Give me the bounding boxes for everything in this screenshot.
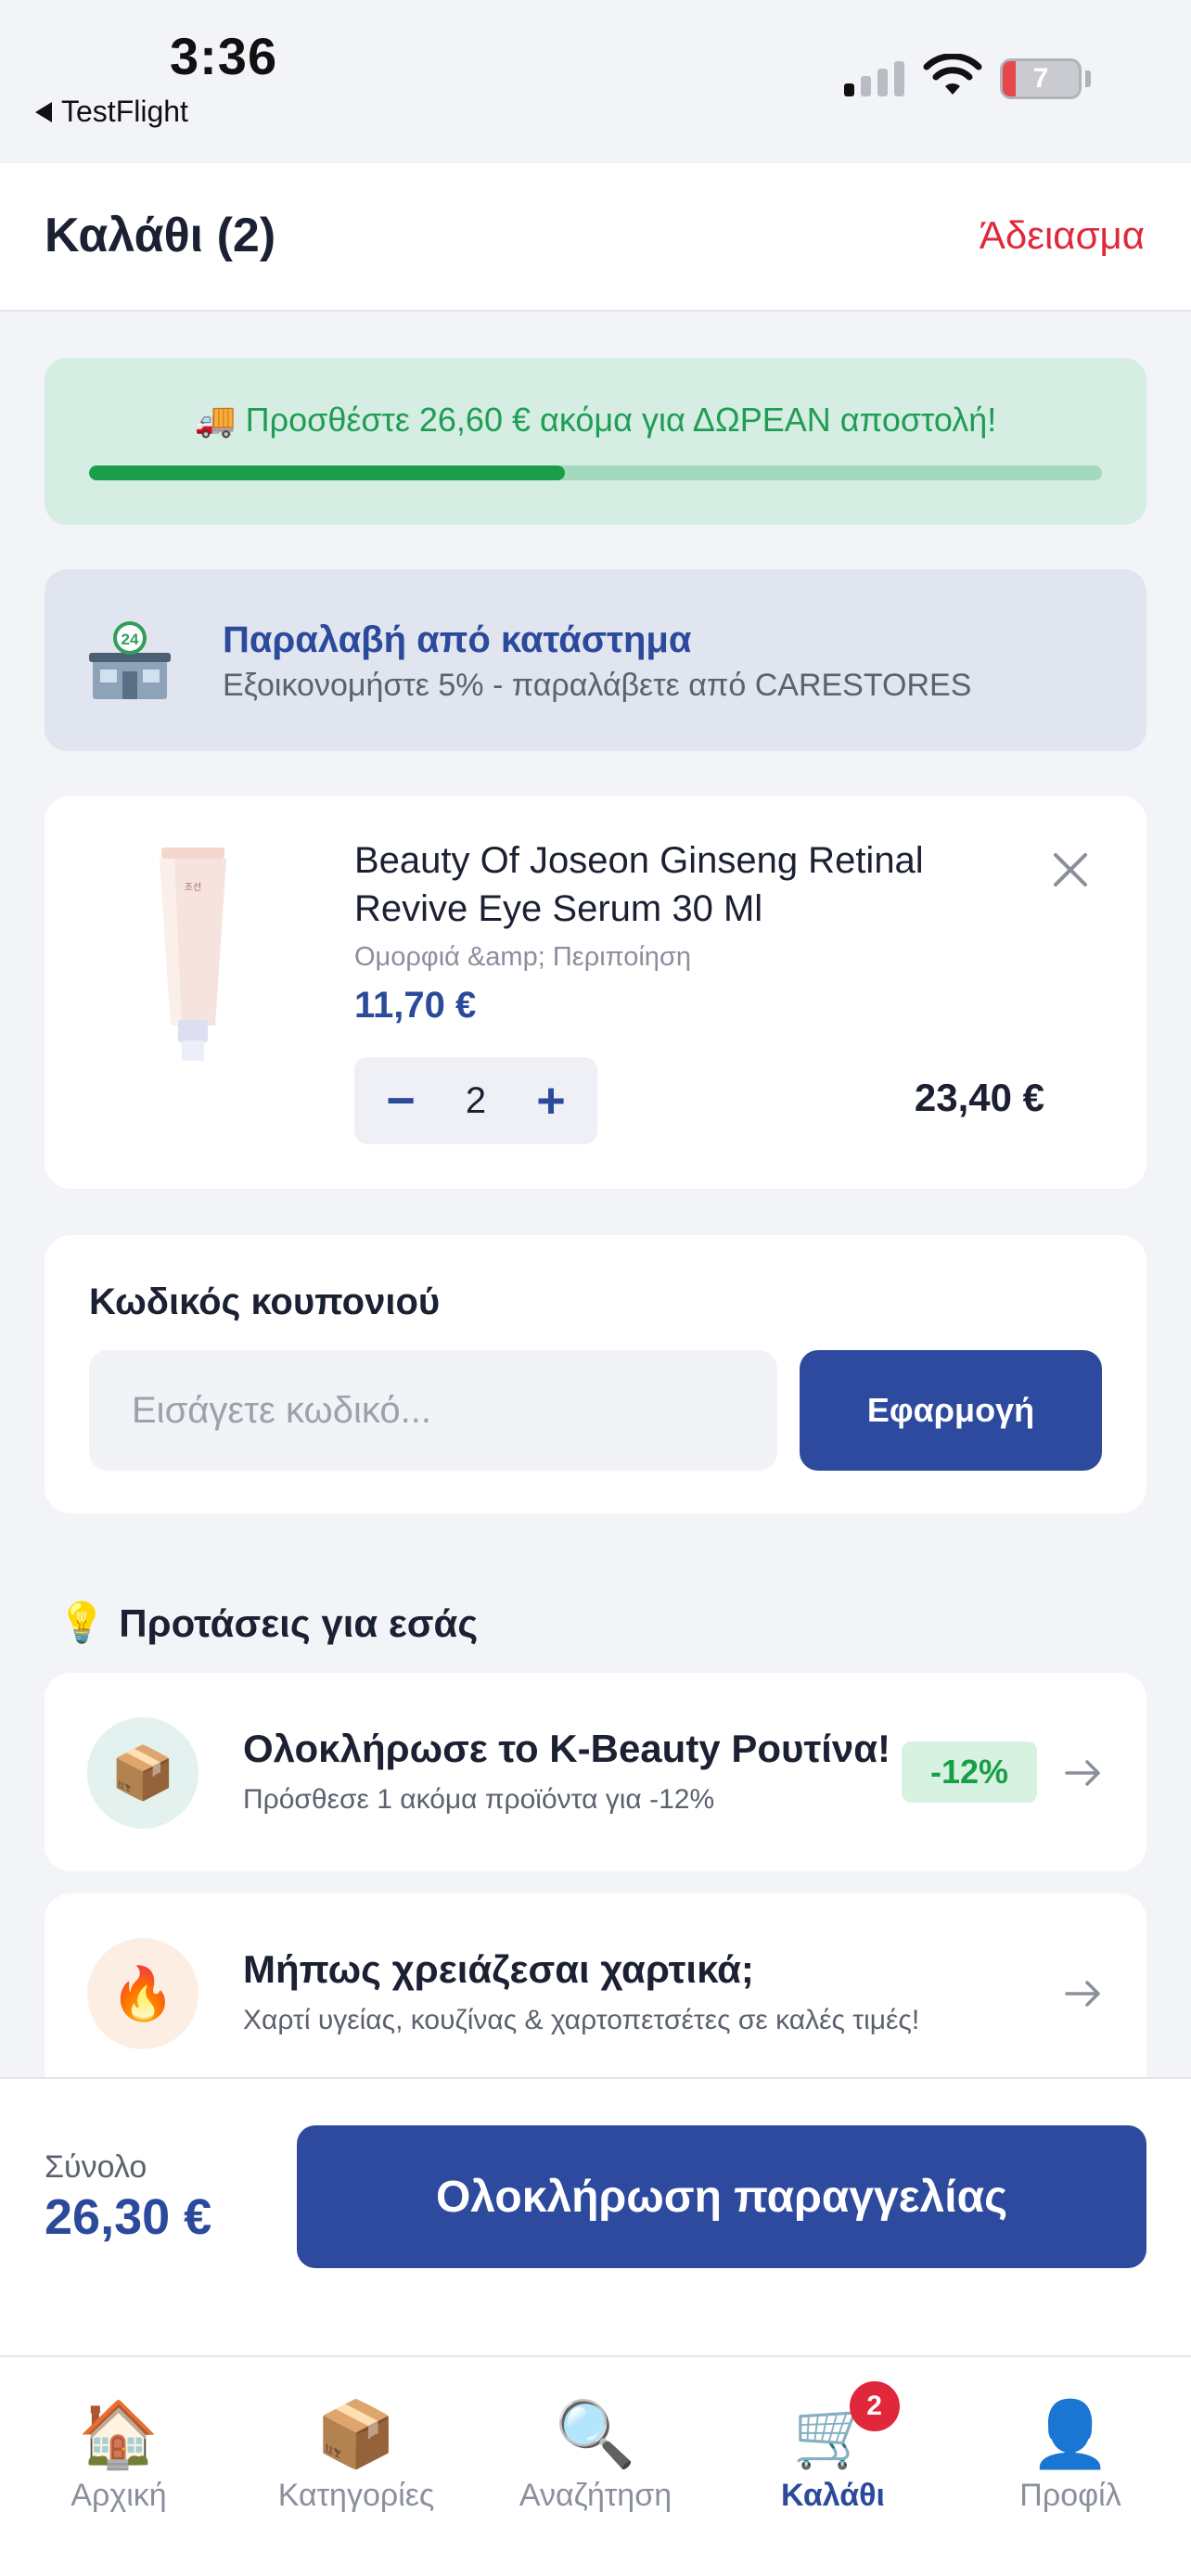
suggestion-card[interactable]: 📦 Ολοκλήρωσε το K-Beauty Ρουτίνα! Πρόσθε… [45,1673,1146,1871]
cart-count-badge: 2 [849,2381,900,2431]
tab-bar: 🏠 Αρχική 📦 Κατηγορίες 🔍 Αναζήτηση 🛒 2 Κα… [0,2355,1191,2576]
lightbulb-icon: 💡 [58,1600,107,1644]
back-app-label: TestFlight [61,95,188,128]
quantity-stepper: − 2 + [354,1057,597,1144]
increment-button[interactable]: + [525,1072,577,1129]
progress-fill [89,465,566,480]
pickup-subtitle: Εξοικονομήστε 5% - παραλάβετε από CAREST… [223,668,972,703]
back-arrow-icon [35,101,52,122]
checkout-button[interactable]: Ολοκλήρωση παραγγελίας [297,2125,1146,2268]
line-total: 23,40 € [914,1076,1044,1119]
store-pickup-banner[interactable]: 24 Παραλαβή από κατάστημα Εξοικονομήστε … [45,569,1146,751]
tab-home[interactable]: 🏠 Αρχική [0,2394,237,2514]
suggestion-subtitle: Χαρτί υγείας, κουζίνας & χαρτοπετσέτες σ… [243,2005,920,2035]
coupon-section: Κωδικός κουπονιού Εφαρμογή [45,1235,1146,1513]
suggestions-title: 💡 Προτάσεις για εσάς [58,1600,478,1646]
arrow-right-icon [1065,1981,1100,2007]
fire-icon: 🔥 [87,1938,198,2049]
tab-label: Προφίλ [1019,2478,1121,2513]
cart-header: Καλάθι (2) Άδειασμα [0,163,1191,312]
svg-text:24: 24 [122,631,139,648]
status-bar: 3:36 TestFlight 7 [0,0,1191,163]
coupon-input[interactable] [89,1350,777,1471]
cart-icon-wrap: 🛒 2 [792,2381,900,2474]
free-shipping-text: Προσθέστε 26,60 € ακόμα για ΔΩΡΕΑΝ αποστ… [245,401,997,439]
quantity-value: 2 [465,1079,487,1121]
tab-cart[interactable]: 🛒 2 Καλάθι [714,2381,952,2514]
tab-label: Αρχική [70,2478,167,2513]
product-category: Ομορφιά &amp; Περιποίηση [354,942,691,972]
arrow-right-icon [1065,1760,1100,1786]
tab-label: Αναζήτηση [519,2478,672,2513]
decrement-button[interactable]: − [375,1072,427,1129]
coupon-label: Κωδικός κουπονιού [89,1282,441,1322]
free-shipping-progress [89,465,1102,480]
store-24h-icon: 24 [89,621,171,699]
package-icon: 📦 [315,2398,397,2470]
home-icon: 🏠 [78,2398,160,2470]
suggestion-title: Ολοκλήρωσε το K-Beauty Ρουτίνα! [243,1727,891,1770]
tab-label: Κατηγορίες [277,2478,435,2513]
tab-categories[interactable]: 📦 Κατηγορίες [237,2394,475,2514]
discount-badge: -12% [902,1741,1037,1803]
clear-cart-button[interactable]: Άδειασμα [980,213,1145,258]
svg-text:조선: 조선 [185,882,201,893]
apply-coupon-button[interactable]: Εφαρμογή [800,1350,1102,1471]
pickup-title: Παραλαβή από κατάστημα [223,619,692,660]
page-title: Καλάθι (2) [45,209,276,262]
suggestion-subtitle: Πρόσθεσε 1 ακόμα προϊόντα για -12% [243,1784,715,1815]
battery-level: 7 [1032,63,1049,94]
close-icon[interactable] [1043,842,1098,898]
status-time: 3:36 [170,27,278,85]
suggestion-title: Μήπως χρειάζεσαι χαρτικά; [243,1947,754,1991]
tab-profile[interactable]: 👤 Προφίλ [952,2394,1189,2514]
product-image: 조선 [160,848,226,1061]
free-shipping-message: 🚚 Προσθέστε 26,60 € ακόμα για ΔΩΡΕΑΝ απο… [45,401,1146,440]
tab-search[interactable]: 🔍 Αναζήτηση [477,2394,714,2514]
cart-item: 조선 Beauty Of Joseon Ginseng Retinal Revi… [45,796,1146,1189]
checkout-bar: Σύνολο 26,30 € Ολοκλήρωση παραγγελίας [0,2077,1191,2355]
total-label: Σύνολο [45,2149,147,2185]
search-icon: 🔍 [555,2398,636,2470]
package-icon: 📦 [87,1717,198,1829]
battery-icon: 7 [1000,58,1082,99]
wifi-icon [923,54,982,95]
total-value: 26,30 € [45,2189,212,2245]
tab-label: Καλάθι [781,2478,885,2513]
product-name[interactable]: Beauty Of Joseon Ginseng Retinal Revive … [354,836,1004,933]
product-unit-price: 11,70 € [354,985,477,1026]
free-shipping-banner: 🚚 Προσθέστε 26,60 € ακόμα για ΔΩΡΕΑΝ απο… [45,358,1146,525]
back-to-app-link[interactable]: TestFlight [35,95,188,129]
user-icon: 👤 [1030,2398,1111,2470]
truck-icon: 🚚 [194,401,237,439]
suggestions-title-text: Προτάσεις για εσάς [119,1600,479,1645]
cellular-signal-icon [844,57,904,96]
